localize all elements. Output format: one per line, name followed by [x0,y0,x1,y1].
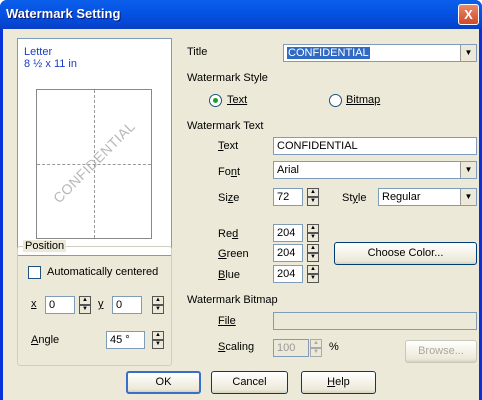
title-bar[interactable]: Watermark Setting X [0,0,482,29]
angle-label: Angle [31,334,60,346]
auto-center-label: Automatically centered [47,266,159,278]
spin-down-icon[interactable]: ▼ [307,233,319,242]
window-title: Watermark Setting [6,6,121,21]
spin-down-icon[interactable]: ▼ [152,305,164,314]
spin-up-icon[interactable]: ▲ [310,339,322,348]
spin-down-icon[interactable]: ▼ [79,305,91,314]
blue-label: Blue [218,269,241,281]
auto-center-checkbox[interactable] [28,266,41,279]
font-style-combo[interactable]: Regular ▼ [378,188,477,206]
green-label: Green [218,248,249,260]
browse-button[interactable]: Browse... [405,340,477,363]
bitmap-file-input[interactable] [273,312,477,330]
scaling-input[interactable]: 100 [273,339,309,357]
style-bitmap-label: Bitmap [346,94,381,106]
spin-down-icon[interactable]: ▼ [152,340,164,349]
cancel-button[interactable]: Cancel [211,371,288,394]
style-text-radio[interactable] [209,94,222,107]
spin-up-icon[interactable]: ▲ [307,244,319,253]
scaling-label: Scaling [218,341,255,353]
spin-up-icon[interactable]: ▲ [152,331,164,340]
size-spinner[interactable]: ▲ ▼ [307,188,319,206]
font-value: Arial [277,164,300,176]
paper-name: Letter [24,46,53,58]
position-group-label: Position [23,240,67,252]
dropdown-arrow-icon[interactable]: ▼ [460,45,476,61]
preview-page: CONFIDENTIAL [36,89,152,239]
green-input[interactable]: 204 [273,244,303,262]
size-label: Size [218,192,240,204]
dialog-window: Watermark Setting X Letter 8 ½ x 11 in C… [0,0,482,400]
y-label: y [98,298,104,310]
dropdown-arrow-icon[interactable]: ▼ [460,162,476,178]
title-value: CONFIDENTIAL [287,47,370,59]
x-label: x [31,298,37,310]
y-input[interactable]: 0 [112,296,142,314]
x-input[interactable]: 0 [45,296,75,314]
spin-up-icon[interactable]: ▲ [79,296,91,305]
green-spinner[interactable]: ▲ ▼ [307,244,319,262]
position-group: Position Automatically centered x 0 ▲ ▼ … [17,240,172,366]
spin-up-icon[interactable]: ▲ [307,224,319,233]
ok-button[interactable]: OK [126,371,201,394]
title-label: Title [187,46,208,58]
spin-down-icon[interactable]: ▼ [307,274,319,283]
style-bitmap-radio[interactable] [329,94,342,107]
size-input[interactable]: 72 [273,188,303,206]
style-label: Style [342,192,367,204]
blue-input[interactable]: 204 [273,265,303,283]
spin-down-icon[interactable]: ▼ [310,348,322,357]
spin-down-icon[interactable]: ▼ [307,253,319,262]
text-label: Text [218,140,239,152]
watermark-text-section-label: Watermark Text [187,120,264,132]
dialog-body: Letter 8 ½ x 11 in CONFIDENTIAL Position… [3,29,479,400]
blue-spinner[interactable]: ▲ ▼ [307,265,319,283]
dropdown-arrow-icon[interactable]: ▼ [460,189,476,205]
radio-dot-icon [213,98,218,103]
paper-size: 8 ½ x 11 in [24,58,77,70]
angle-input[interactable]: 45 ° [106,331,145,349]
spin-up-icon[interactable]: ▲ [307,188,319,197]
spin-down-icon[interactable]: ▼ [307,197,319,206]
spin-up-icon[interactable]: ▲ [152,296,164,305]
scaling-spinner[interactable]: ▲ ▼ [310,339,322,357]
watermark-bitmap-section-label: Watermark Bitmap [187,294,278,306]
page-preview: Letter 8 ½ x 11 in CONFIDENTIAL [17,38,172,256]
red-label: Red [218,228,239,240]
font-label: Font [218,166,241,178]
red-input[interactable]: 204 [273,224,303,242]
angle-spinner[interactable]: ▲ ▼ [152,331,164,349]
x-spinner[interactable]: ▲ ▼ [79,296,91,314]
watermark-style-label: Watermark Style [187,72,268,84]
close-button[interactable]: X [458,4,479,25]
title-combo[interactable]: CONFIDENTIAL ▼ [283,44,477,62]
style-text-label: Text [227,94,248,106]
file-label: File [218,315,236,327]
spin-up-icon[interactable]: ▲ [307,265,319,274]
help-button[interactable]: Help [301,371,376,394]
red-spinner[interactable]: ▲ ▼ [307,224,319,242]
choose-color-button[interactable]: Choose Color... [334,242,477,265]
font-style-value: Regular [382,191,421,203]
scaling-unit: % [329,341,339,353]
close-icon: X [464,7,473,22]
font-combo[interactable]: Arial ▼ [273,161,477,179]
watermark-text-input[interactable]: CONFIDENTIAL [273,137,477,155]
y-spinner[interactable]: ▲ ▼ [152,296,164,314]
